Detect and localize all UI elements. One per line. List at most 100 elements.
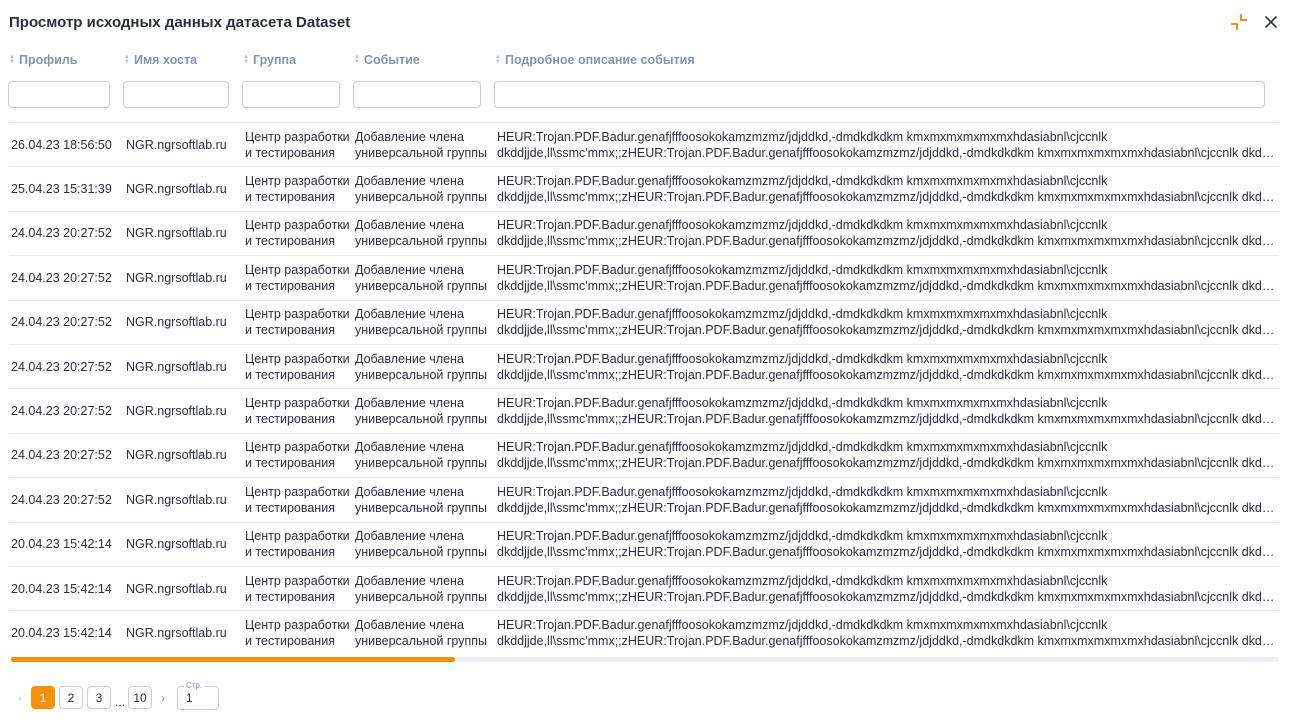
table-row[interactable]: 20.04.23 15:42:14 NGR.ngrsoftlab.ru Центр … <box>9 521 1279 566</box>
cell-host: NGR.ngrsoftlab.ru <box>126 581 227 596</box>
horizontal-scrollbar[interactable] <box>11 657 1279 662</box>
page-number-input[interactable]: Стр. 1 <box>177 681 219 710</box>
page-button-3[interactable]: 3 <box>87 686 111 709</box>
cell-description: HEUR:Trojan.PDF.Badur.genafjfffoosokokam… <box>497 123 1279 166</box>
cell-event-line: универсальной группы <box>355 234 488 249</box>
filter-group-input[interactable] <box>242 81 340 108</box>
table-row[interactable]: 20.04.23 15:42:14 NGR.ngrsoftlab.ru Центр … <box>9 565 1279 610</box>
column-header-label: Имя хоста <box>133 53 198 67</box>
cell-description: HEUR:Trojan.PDF.Badur.genafjfffoosokokam… <box>497 523 1279 566</box>
cell-event-line: универсальной группы <box>355 589 488 604</box>
sort-icon: ▲ ▼ <box>354 54 360 65</box>
cell-group-line: Центр разработки <box>245 573 350 588</box>
cell-host: NGR.ngrsoftlab.ru <box>126 226 227 241</box>
table-body: 26.04.23 18:56:50 NGR.ngrsoftlab.ru Центр … <box>9 122 1279 655</box>
cell-description-line: HEUR:Trojan.PDF.Badur.genafjfffoosokokam… <box>497 262 1108 277</box>
collapse-icon[interactable] <box>1229 12 1249 32</box>
chevron-right-icon[interactable]: › <box>157 686 169 709</box>
cell-event-line: Добавление члена <box>355 440 464 455</box>
sort-icon: ▲ ▼ <box>495 54 501 65</box>
cell-description-line: dkddjjde,ll\ssmc'mmx;;zHEUR:Trojan.PDF.B… <box>497 367 1279 382</box>
cell-event: Добавление члена универсальной группы <box>355 256 495 299</box>
cell-host: NGR.ngrsoftlab.ru <box>126 404 227 419</box>
table-row[interactable]: 24.04.23 20:27:52 NGR.ngrsoftlab.ru Центр … <box>9 477 1279 521</box>
table-row[interactable]: 24.04.23 20:27:52 NGR.ngrsoftlab.ru Центр … <box>9 388 1279 432</box>
cell-description-line: HEUR:Trojan.PDF.Badur.genafjfffoosokokam… <box>497 617 1108 632</box>
column-header-event[interactable]: ▲ ▼ Событие <box>354 53 420 67</box>
column-header-label: Профиль <box>18 53 78 67</box>
cell-description: HEUR:Trojan.PDF.Badur.genafjfffoosokokam… <box>497 567 1279 610</box>
cell-event-line: Добавление члена <box>355 617 464 632</box>
cell-event: Добавление члена универсальной группы <box>355 523 495 566</box>
cell-profile: 24.04.23 20:27:52 <box>11 404 112 419</box>
table-row[interactable]: 26.04.23 18:56:50 NGR.ngrsoftlab.ru Центр … <box>9 122 1279 166</box>
table-row[interactable]: 24.04.23 20:27:52 NGR.ngrsoftlab.ru Центр … <box>9 343 1279 388</box>
column-header-label: Событие <box>363 53 420 67</box>
cell-group-line: Центр разработки <box>245 174 350 189</box>
cell-host: NGR.ngrsoftlab.ru <box>126 492 227 507</box>
cell-group: Центр разработки и тестирования <box>245 567 353 610</box>
sort-icon: ▲ ▼ <box>9 54 15 65</box>
page-button-last[interactable]: 10 <box>128 686 152 709</box>
page-button-1[interactable]: 1 <box>31 686 55 709</box>
cell-group-line: и тестирования <box>245 545 335 560</box>
cell-description: HEUR:Trojan.PDF.Badur.genafjfffoosokokam… <box>497 478 1279 521</box>
cell-group-line: и тестирования <box>245 145 335 160</box>
table-row[interactable]: 24.04.23 20:27:52 NGR.ngrsoftlab.ru Центр … <box>9 299 1279 344</box>
cell-description-line: dkddjjde,ll\ssmc'mmx;;zHEUR:Trojan.PDF.B… <box>497 500 1279 515</box>
cell-description: HEUR:Trojan.PDF.Badur.genafjfffoosokokam… <box>497 611 1279 654</box>
cell-description: HEUR:Trojan.PDF.Badur.genafjfffoosokokam… <box>497 256 1279 299</box>
column-header-group[interactable]: ▲ ▼ Группа <box>243 53 296 67</box>
cell-host: NGR.ngrsoftlab.ru <box>126 537 227 552</box>
page-button-2[interactable]: 2 <box>59 686 83 709</box>
cell-host: NGR.ngrsoftlab.ru <box>126 270 227 285</box>
column-header-host[interactable]: ▲ ▼ Имя хоста <box>124 53 197 67</box>
close-icon[interactable] <box>1262 13 1280 31</box>
filter-event-input[interactable] <box>353 81 481 108</box>
cell-group: Центр разработки и тестирования <box>245 212 353 255</box>
cell-group: Центр разработки и тестирования <box>245 611 353 654</box>
cell-group: Центр разработки и тестирования <box>245 345 353 388</box>
cell-description-line: HEUR:Trojan.PDF.Badur.genafjfffoosokokam… <box>497 307 1108 322</box>
cell-event-line: Добавление члена <box>355 351 464 366</box>
cell-group: Центр разработки и тестирования <box>245 478 353 521</box>
cell-group: Центр разработки и тестирования <box>245 256 353 299</box>
page-input-value: 1 <box>186 691 193 705</box>
cell-host: NGR.ngrsoftlab.ru <box>126 182 227 197</box>
table-row[interactable]: 25.04.23 15:31:39 NGR.ngrsoftlab.ru Центр … <box>9 166 1279 210</box>
cell-event: Добавление члена универсальной группы <box>355 434 495 477</box>
cell-host: NGR.ngrsoftlab.ru <box>126 137 227 152</box>
cell-group-line: и тестирования <box>245 456 335 471</box>
cell-description-line: HEUR:Trojan.PDF.Badur.genafjfffoosokokam… <box>497 174 1108 189</box>
cell-event-line: универсальной группы <box>355 145 488 160</box>
cell-event-line: универсальной группы <box>355 545 488 560</box>
cell-event-line: универсальной группы <box>355 456 488 471</box>
cell-description-line: HEUR:Trojan.PDF.Badur.genafjfffoosokokam… <box>497 440 1108 455</box>
column-header-description[interactable]: ▲ ▼ Подробное описание события <box>495 53 695 67</box>
cell-group-line: Центр разработки <box>245 129 350 144</box>
cell-profile: 20.04.23 15:42:14 <box>11 537 112 552</box>
cell-event-line: Добавление члена <box>355 262 464 277</box>
cell-profile: 26.04.23 18:56:50 <box>11 137 112 152</box>
filter-description-input[interactable] <box>494 81 1265 108</box>
sort-icon: ▲ ▼ <box>124 54 130 65</box>
cell-group-line: Центр разработки <box>245 440 350 455</box>
table-row[interactable]: 24.04.23 20:27:52 NGR.ngrsoftlab.ru Центр … <box>9 432 1279 477</box>
filter-profile-input[interactable] <box>8 81 110 108</box>
column-header-profile[interactable]: ▲ ▼ Профиль <box>9 53 77 67</box>
cell-profile: 24.04.23 20:27:52 <box>11 359 112 374</box>
cell-description-line: dkddjjde,ll\ssmc'mmx;;zHEUR:Trojan.PDF.B… <box>497 633 1279 648</box>
cell-group-line: и тестирования <box>245 278 335 293</box>
chevron-left-icon[interactable]: ‹ <box>12 686 28 709</box>
cell-group-line: и тестирования <box>245 190 335 205</box>
table-row[interactable]: 24.04.23 20:27:52 NGR.ngrsoftlab.ru Центр … <box>9 210 1279 255</box>
cell-description-line: dkddjjde,ll\ssmc'mmx;;zHEUR:Trojan.PDF.B… <box>497 456 1279 471</box>
cell-event-line: Добавление члена <box>355 573 464 588</box>
table-row[interactable]: 20.04.23 15:42:14 NGR.ngrsoftlab.ru Центр … <box>9 610 1279 654</box>
cell-description-line: dkddjjde,ll\ssmc'mmx;;zHEUR:Trojan.PDF.B… <box>497 278 1279 293</box>
cell-host: NGR.ngrsoftlab.ru <box>126 625 227 640</box>
filter-host-input[interactable] <box>123 81 229 108</box>
table-row[interactable]: 24.04.23 20:27:52 NGR.ngrsoftlab.ru Центр … <box>9 255 1279 299</box>
scrollbar-thumb[interactable] <box>11 657 455 662</box>
cell-group: Центр разработки и тестирования <box>245 123 353 166</box>
